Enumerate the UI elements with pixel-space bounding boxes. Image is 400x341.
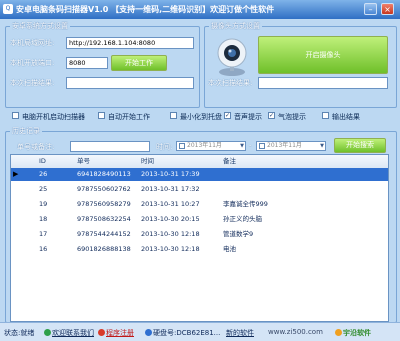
cell-time: 2013-10-31 10:27 [141, 200, 200, 208]
open-camera-button[interactable]: 开启摄像头 [258, 36, 388, 74]
column-header-time[interactable]: 时间 [141, 155, 201, 168]
cell-id: 25 [39, 185, 48, 193]
chevron-down-icon: ▼ [240, 143, 244, 149]
option-checkbox[interactable] [322, 112, 329, 119]
table-row[interactable]: 18 9787508632254 2013-10-30 20:15 孙正义的头脑 [11, 213, 388, 226]
window-title: 安卓电脑条码扫描器V1.0 【支持一维码,二维码识别】欢迎订做个性软件 [16, 5, 275, 14]
option-checkbox[interactable] [170, 112, 177, 119]
table-row[interactable]: 25 9787550602762 2013-10-31 17:32 [11, 183, 388, 196]
table-header: ID 单号 时间 备注 [11, 155, 388, 168]
hardware-text: 硬盘号:DCB62E81... [153, 329, 221, 337]
cell-note [223, 168, 383, 181]
contact-link[interactable]: 欢迎联系我们 [44, 328, 94, 338]
history-table: ID 单号 时间 备注 ▶ 26 6941828490113 2013-10-31 1… [10, 154, 389, 322]
camera-result-field[interactable] [258, 77, 388, 89]
option-checkbox[interactable] [12, 112, 19, 119]
contact-icon [44, 329, 51, 336]
address-field[interactable]: http://192.168.1.104:8080 [66, 37, 194, 49]
camera-settings-title: 摄像头方式设置 [209, 21, 262, 31]
cell-code: 9787560958279 [77, 200, 131, 208]
cell-note: 电池 [223, 245, 236, 253]
hardware-icon [145, 329, 152, 336]
cell-time: 2013-10-31 17:39 [141, 170, 200, 178]
option-label: 自动开始工作 [108, 113, 150, 121]
option-label: 最小化到托盘 [180, 113, 222, 121]
camera-result-label: 本次扫描结果: [208, 79, 253, 87]
vendor-logo: 宇沿软件 [335, 328, 371, 338]
minimize-button[interactable]: – [364, 3, 377, 15]
cell-note [223, 183, 383, 196]
date-to-picker[interactable]: 2013年11月 ▼ [256, 141, 326, 151]
row-pointer-icon: ▶ [13, 170, 19, 178]
date-from-picker[interactable]: 2013年11月 ▼ [176, 141, 246, 151]
option-label: 音声提示 [234, 113, 262, 121]
cell-id: 16 [39, 245, 48, 253]
option-checkbox[interactable] [98, 112, 105, 119]
cell-id: 19 [39, 200, 48, 208]
cell-time: 2013-10-30 20:15 [141, 215, 200, 223]
history-title: 历史记录 [10, 126, 42, 136]
time-label: 时间: [156, 143, 173, 151]
system-settings-title: 安卓系统方式设置 [10, 21, 70, 31]
site-link[interactable]: www.zi500.com [268, 328, 323, 336]
search-button[interactable]: 开始搜索 [334, 138, 386, 153]
close-button[interactable]: × [381, 3, 394, 15]
date-to-checkbox[interactable] [259, 143, 265, 149]
status-bar: 状态:就绪 欢迎联系我们 程序注册 硬盘号:DCB62E81... 新的软件 w… [0, 322, 400, 341]
cell-id: 17 [39, 230, 48, 238]
webcam-icon [217, 38, 247, 76]
column-header-code[interactable]: 单号 [77, 155, 137, 168]
option-label: 气泡提示 [278, 113, 306, 121]
cell-note: 孙正义的头脑 [223, 215, 262, 223]
start-work-button[interactable]: 开始工作 [111, 55, 167, 71]
date-to-value: 2013年11月 [267, 142, 302, 149]
port-label: 本机开放端口: [10, 59, 55, 67]
address-label: 本机局域网址: [10, 39, 55, 47]
cell-time: 2013-10-31 17:32 [141, 185, 200, 193]
option-checkbox[interactable]: ✓ [224, 112, 231, 119]
more-software-link[interactable]: 新的软件 [226, 328, 254, 338]
option-label: 电脑开机启动扫描器 [22, 113, 85, 121]
vendor-icon [335, 329, 342, 336]
cell-code: 9787508632254 [77, 215, 131, 223]
cell-code: 9787550602762 [77, 185, 131, 193]
system-result-label: 本次扫描结果: [10, 79, 55, 87]
register-link-label: 程序注册 [106, 329, 134, 337]
chevron-down-icon: ▼ [320, 143, 324, 149]
cell-id: 18 [39, 215, 48, 223]
table-row[interactable]: ▶ 26 6941828490113 2013-10-31 17:39 [11, 168, 388, 181]
date-from-value: 2013年11月 [187, 142, 222, 149]
table-row[interactable]: 17 9787544244152 2013-10-30 12:18 管道数学9 [11, 228, 388, 241]
cell-time: 2013-10-30 12:18 [141, 245, 200, 253]
search-label: 单号或备注: [17, 143, 55, 151]
register-link[interactable]: 程序注册 [98, 328, 134, 338]
cell-time: 2013-10-30 12:18 [141, 230, 200, 238]
status-text: 状态:就绪 [4, 329, 35, 337]
option-checkbox[interactable]: ✓ [268, 112, 275, 119]
more-software-label: 新的软件 [226, 329, 254, 337]
port-field[interactable]: 8080 [66, 57, 108, 69]
column-header-note[interactable]: 备注 [223, 155, 283, 168]
cell-code: 9787544244152 [77, 230, 131, 238]
table-row[interactable]: 19 9787560958279 2013-10-31 10:27 李嘉诚全传999 [11, 198, 388, 211]
option-label: 输出结果 [332, 113, 360, 121]
cell-note: 管道数学9 [223, 230, 254, 238]
system-result-field[interactable] [66, 77, 194, 89]
register-icon [98, 329, 105, 336]
table-row[interactable]: 16 6901826888138 2013-10-30 12:18 电池 [11, 243, 388, 256]
cell-note: 李嘉诚全传999 [223, 200, 268, 208]
title-bar: Q 安卓电脑条码扫描器V1.0 【支持一维码,二维码识别】欢迎订做个性软件 – … [0, 0, 400, 19]
cell-id: 26 [39, 170, 48, 178]
search-input[interactable] [70, 141, 150, 152]
hardware-info: 硬盘号:DCB62E81... [145, 328, 220, 338]
date-from-checkbox[interactable] [179, 143, 185, 149]
vendor-name: 宇沿软件 [343, 329, 371, 337]
cell-code: 6901826888138 [77, 245, 131, 253]
app-icon: Q [3, 4, 13, 14]
contact-link-label: 欢迎联系我们 [52, 329, 94, 337]
date-separator: - [249, 142, 252, 150]
cell-code: 6941828490113 [77, 170, 131, 178]
